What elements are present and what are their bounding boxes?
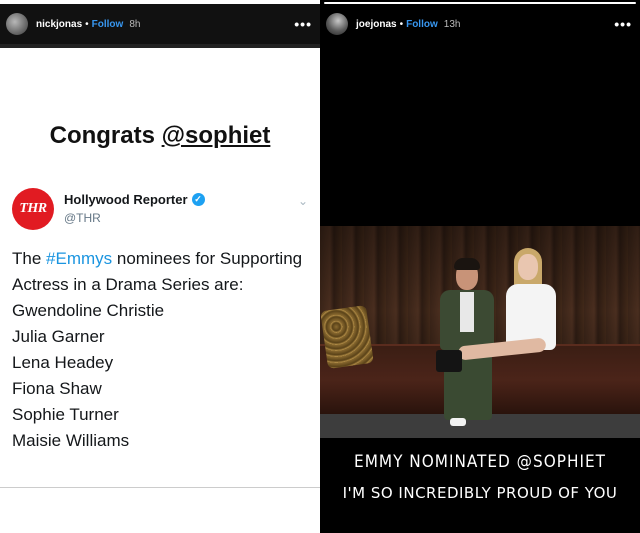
right-story-panel: joejonas • Follow 13h ••• EMMY NOMINATED… bbox=[320, 0, 640, 533]
tweet-text: The #Emmys nominees for Supporting Actre… bbox=[12, 246, 308, 454]
separator-dot: • bbox=[399, 18, 404, 30]
username[interactable]: nickjonas bbox=[36, 19, 82, 30]
tweet-account-name: Hollywood Reporter bbox=[64, 192, 188, 207]
progress-segment bbox=[193, 2, 253, 4]
story-header: nickjonas • Follow 8h ••• bbox=[0, 4, 320, 44]
embedded-tweet: THR Hollywood Reporter ✓ @THR ⌄ The #Emm… bbox=[0, 178, 320, 488]
caption-line-2: I'M SO INCREDIBLY PROUD OF YOU bbox=[342, 484, 618, 502]
tweet-header: THR Hollywood Reporter ✓ @THR ⌄ bbox=[12, 184, 308, 230]
tweet-handle: @THR bbox=[64, 211, 101, 225]
avatar[interactable] bbox=[326, 13, 348, 35]
nominee-item: Julia Garner bbox=[12, 327, 105, 346]
headline-mention[interactable]: @sophiet bbox=[162, 122, 271, 149]
follow-button[interactable]: Follow bbox=[406, 19, 438, 30]
story-progress-bar bbox=[4, 2, 316, 4]
more-options-icon[interactable]: ••• bbox=[614, 16, 632, 32]
more-options-icon[interactable]: ••• bbox=[294, 16, 312, 32]
progress-segment bbox=[67, 2, 127, 4]
progress-segment bbox=[324, 2, 636, 4]
hashtag-link: #Emmys bbox=[46, 249, 113, 268]
progress-segment bbox=[4, 2, 64, 4]
tweet-account: Hollywood Reporter ✓ bbox=[64, 192, 205, 207]
person-woman bbox=[436, 248, 562, 420]
nominee-item: Gwendoline Christie bbox=[12, 301, 165, 320]
chevron-down-icon: ⌄ bbox=[297, 194, 308, 208]
story-header: joejonas • Follow 13h ••• bbox=[320, 4, 640, 44]
username[interactable]: joejonas bbox=[356, 19, 397, 30]
progress-segment bbox=[130, 2, 190, 4]
headline-prefix: Congrats bbox=[49, 122, 162, 149]
thr-logo: THR bbox=[12, 188, 54, 230]
tweet-bottom-border bbox=[0, 487, 320, 488]
separator-dot: • bbox=[85, 18, 89, 30]
left-story-panel: nickjonas • Follow 8h ••• Congrats @soph… bbox=[0, 0, 320, 533]
nominee-item: Lena Headey bbox=[12, 353, 114, 372]
nominee-item: Maisie Williams bbox=[12, 431, 130, 450]
leopard-pillow bbox=[320, 305, 374, 369]
timestamp: 13h bbox=[443, 18, 461, 30]
follow-button[interactable]: Follow bbox=[92, 19, 124, 30]
nominee-item: Sophie Turner bbox=[12, 405, 119, 424]
story-progress-bar bbox=[324, 2, 636, 4]
header-divider bbox=[0, 44, 320, 48]
timestamp: 8h bbox=[129, 18, 141, 30]
tweet-text-prefix: The bbox=[12, 249, 47, 268]
story-photo bbox=[320, 226, 640, 438]
headline: Congrats @sophiet bbox=[0, 122, 320, 150]
verified-icon: ✓ bbox=[191, 193, 205, 206]
caption-line-1: EMMY NOMINATED @SOPHIET bbox=[354, 452, 606, 472]
progress-segment bbox=[256, 2, 316, 4]
nominee-item: Fiona Shaw bbox=[12, 379, 102, 398]
avatar[interactable] bbox=[6, 13, 28, 35]
